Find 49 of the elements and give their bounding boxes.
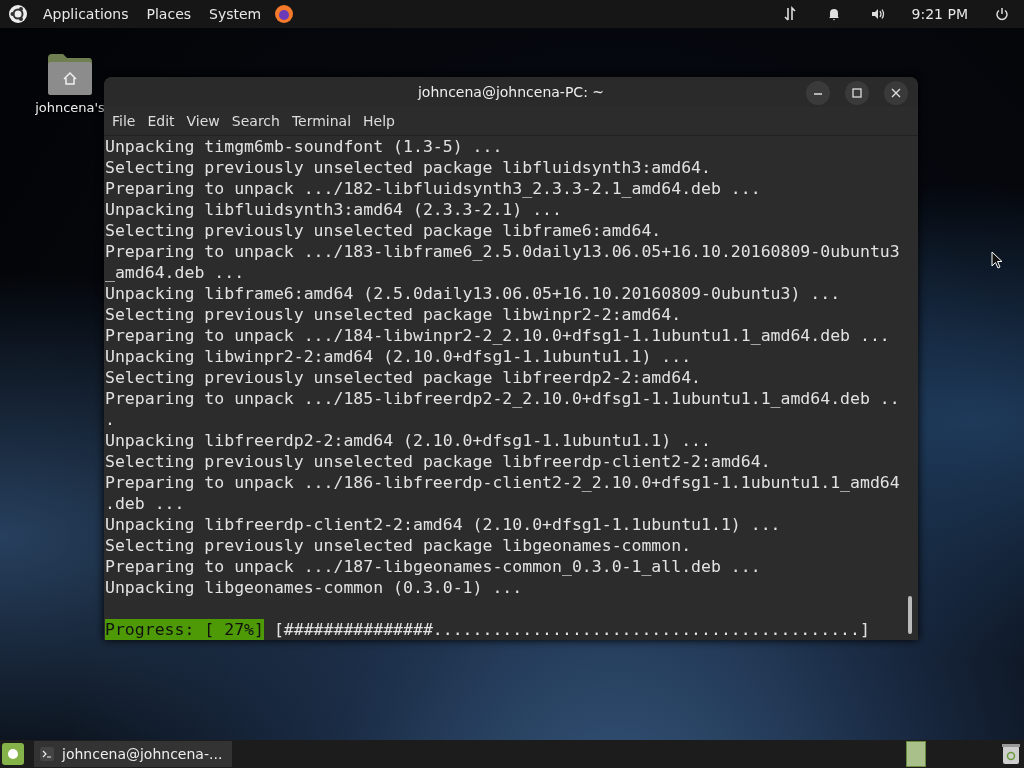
terminal-icon <box>40 747 54 761</box>
menu-icon[interactable] <box>2 743 24 765</box>
browser-icon[interactable] <box>274 4 295 24</box>
folder-label[interactable]: johncena's <box>35 100 105 115</box>
terminal-line: Preparing to unpack .../187-libgeonames-common_0.3.0-1_all.deb ... <box>105 556 762 577</box>
menu-item[interactable]: Terminal <box>291 113 352 130</box>
clock[interactable]: 9:21 PM <box>911 6 968 22</box>
terminal-line: Selecting previously unselected package libgeonames-common. <box>105 535 693 556</box>
menu-item[interactable]: Edit <box>147 113 175 130</box>
window-title: johncena@johncena-PC: ~ <box>417 84 605 101</box>
terminal-line: Selecting previously unselected package libwinpr2-2:amd64. <box>105 304 683 325</box>
terminal-line: Selecting previously unselected package libframe6:amd64. <box>105 220 663 241</box>
menu-item[interactable]: View <box>186 113 220 130</box>
progress-label: Progress: [ 27%] <box>105 619 264 640</box>
menu-item[interactable]: Search <box>231 113 280 130</box>
terminal-line: Preparing to unpack .../183-libframe6_2.5.0daily13.06.05+16.10.20160809-0ubuntu3_amd64.deb ... <box>105 241 901 283</box>
panel-menu[interactable]: Applications <box>43 6 129 22</box>
panel-menu[interactable]: Places <box>146 6 192 22</box>
panel-menu[interactable]: System <box>209 6 262 22</box>
terminal-line: Selecting previously unselected package libfreerdp-client2-2:amd64. <box>105 451 772 472</box>
taskbar-button[interactable]: johncena@johncena-... <box>34 741 233 767</box>
terminal-line: Unpacking timgm6mb-soundfont (1.3-5) ... <box>105 136 504 157</box>
scrollbar[interactable] <box>908 596 912 634</box>
terminal-line: Selecting previously unselected package libfluidsynth3:amd64. <box>105 157 712 178</box>
minimize-icon[interactable] <box>806 81 830 105</box>
network-icon[interactable] <box>781 6 798 22</box>
mouse-cursor-icon <box>991 251 1003 269</box>
logo-icon[interactable] <box>8 4 28 24</box>
terminal-line: Unpacking libfluidsynth3:amd64 (2.3.3-2.1) ... <box>105 199 563 220</box>
close-icon[interactable] <box>884 81 908 105</box>
menu-item[interactable]: Help <box>363 113 395 130</box>
terminal-line: Unpacking libfreerdp2-2:amd64 (2.10.0+dfsg1-1.1ubuntu1.1) ... <box>105 430 712 451</box>
trash-icon[interactable] <box>1002 743 1020 765</box>
terminal-line: Preparing to unpack .../182-libfluidsynth3_2.3.3-2.1_amd64.deb ... <box>105 178 762 199</box>
terminal-line: Unpacking libwinpr2-2:amd64 (2.10.0+dfsg1-1.1ubuntu1.1) ... <box>105 346 693 367</box>
maximize-icon[interactable] <box>845 81 869 105</box>
terminal-line: Unpacking libgeonames-common (0.3.0-1) ... <box>105 577 524 598</box>
menu-item[interactable]: File <box>112 113 136 130</box>
power-icon[interactable] <box>994 6 1010 22</box>
terminal-line: Preparing to unpack .../184-libwinpr2-2_2.10.0+dfsg1-1.1ubuntu1.1_amd64.deb ... <box>105 325 891 346</box>
workspace-switcher[interactable] <box>906 741 926 767</box>
terminal-line: Preparing to unpack .../185-libfreerdp2-2_2.10.0+dfsg1-1.1ubuntu1.1_amd64.deb ... <box>105 388 901 430</box>
terminal-line: Unpacking libfreerdp-client2-2:amd64 (2.10.0+dfsg1-1.1ubuntu1.1) ... <box>105 514 782 535</box>
terminal-line: Unpacking libframe6:amd64 (2.5.0daily13.06.05+16.10.20160809-0ubuntu3) ... <box>105 283 842 304</box>
progress-bar-text: [###############...........................................] <box>273 619 870 640</box>
home-folder-icon[interactable] <box>47 52 93 96</box>
terminal-line: Preparing to unpack .../186-libfreerdp-client2-2_2.10.0+dfsg1-1.1ubuntu1.1_amd64.deb ... <box>105 472 901 514</box>
terminal-line: Selecting previously unselected package libfreerdp2-2:amd64. <box>105 367 703 388</box>
volume-icon[interactable] <box>869 6 886 22</box>
